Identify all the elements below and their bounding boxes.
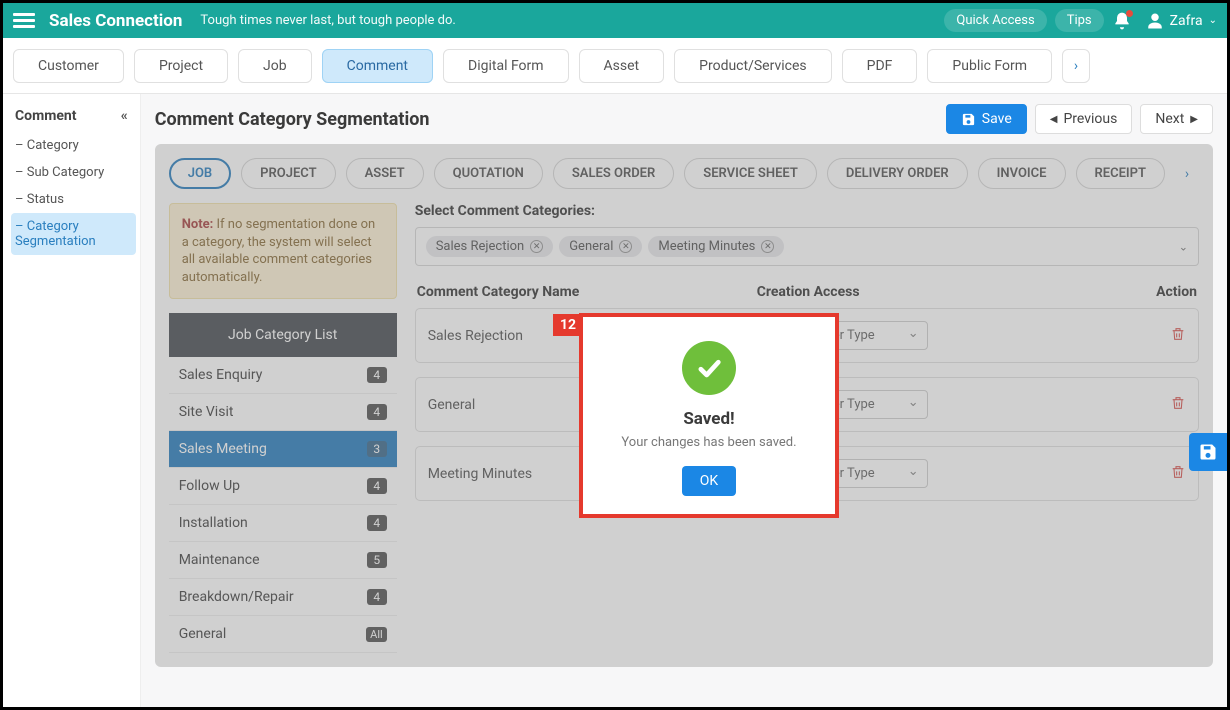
user-menu[interactable]: Zafra ⌄ (1146, 12, 1217, 30)
save-label: Save (982, 111, 1012, 127)
sidebar-item-label: Sub Category (27, 165, 104, 180)
brand-title: Sales Connection (49, 11, 182, 31)
tips-button[interactable]: Tips (1055, 9, 1104, 32)
saved-modal: 12 Saved! Your changes has been saved. O… (579, 313, 839, 518)
tabs-scroll-right[interactable]: › (1062, 49, 1090, 83)
tab-comment[interactable]: Comment (322, 49, 433, 83)
tab-job[interactable]: Job (238, 49, 312, 83)
sidebar-item-status[interactable]: – Status (11, 186, 136, 213)
sidebar-item-category-segmentation[interactable]: – Category Segmentation (11, 213, 136, 255)
modal-step-badge: 12 (553, 314, 583, 336)
next-button[interactable]: Next ▶ (1140, 104, 1213, 134)
user-name: Zafra (1170, 13, 1203, 29)
tab-digital-form[interactable]: Digital Form (443, 49, 569, 83)
sidebar: Comment « – Category – Sub Category – St… (3, 94, 141, 707)
chevron-right-icon: ▶ (1190, 114, 1198, 125)
tab-asset[interactable]: Asset (579, 49, 665, 83)
menu-icon[interactable] (13, 10, 35, 32)
sidebar-item-category[interactable]: – Category (11, 132, 136, 159)
save-button[interactable]: Save (946, 104, 1027, 134)
next-label: Next (1155, 111, 1184, 127)
save-icon (961, 112, 976, 127)
notification-badge (1126, 10, 1133, 17)
page-title: Comment Category Segmentation (155, 109, 430, 130)
tagline-text: Tough times never last, but tough people… (200, 13, 455, 28)
sidebar-item-label: Category (27, 138, 79, 153)
tab-project[interactable]: Project (134, 49, 228, 83)
previous-button[interactable]: ◀ Previous (1035, 104, 1133, 134)
tab-public-form[interactable]: Public Form (927, 49, 1052, 83)
sidebar-item-sub-category[interactable]: – Sub Category (11, 159, 136, 186)
notification-icon[interactable] (1112, 11, 1132, 31)
chevron-down-icon: ⌄ (1209, 15, 1217, 26)
success-check-icon (682, 341, 736, 395)
top-bar: Sales Connection Tough times never last,… (3, 3, 1227, 38)
sidebar-item-label: Status (27, 192, 64, 207)
tab-customer[interactable]: Customer (13, 49, 124, 83)
save-icon (1198, 442, 1218, 462)
sidebar-item-label: Category Segmentation (15, 219, 96, 249)
floating-save-button[interactable] (1189, 433, 1227, 471)
modal-ok-button[interactable]: OK (682, 466, 736, 496)
modal-message: Your changes has been saved. (597, 435, 821, 450)
tab-product-services[interactable]: Product/Services (674, 49, 832, 83)
modal-title: Saved! (597, 409, 821, 429)
sidebar-title: Comment (15, 108, 76, 124)
previous-label: Previous (1063, 111, 1117, 127)
sidebar-collapse-icon[interactable]: « (121, 108, 128, 124)
chevron-left-icon: ◀ (1050, 114, 1058, 125)
main-tab-row: Customer Project Job Comment Digital For… (3, 38, 1227, 94)
tab-pdf[interactable]: PDF (842, 49, 918, 83)
quick-access-button[interactable]: Quick Access (944, 9, 1046, 32)
